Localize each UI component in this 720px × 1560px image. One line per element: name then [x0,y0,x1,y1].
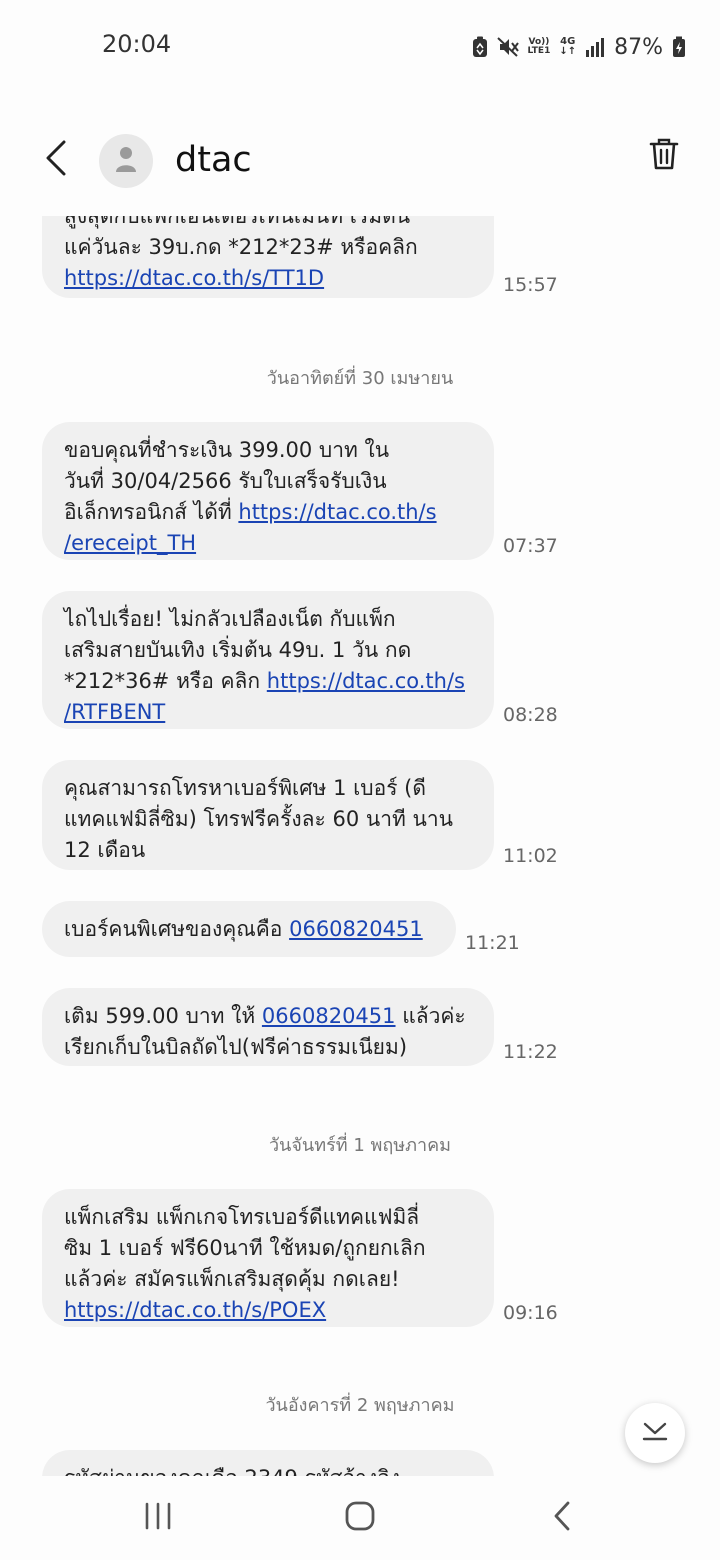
back-button[interactable] [36,138,76,182]
message-bubble[interactable]: เติม 599.00 บาท ให้ 0660820451 แล้วค่ะ เ… [42,988,494,1066]
data-saver-icon [472,36,488,58]
status-icons: Vo)) LTE1 4G ↓↑ 87% [472,30,686,64]
message-list[interactable]: สูงสุดกับแพ็กเอ็นเตอร์เทนเมนท์ เริ่มต้น … [0,216,720,1476]
signal-icon [585,36,605,58]
scroll-to-bottom-icon [642,1420,668,1446]
message-bubble[interactable]: แพ็กเสริม แพ็กเกจโทรเบอร์ดีแทคแฟมิลี่ ซิ… [42,1189,494,1327]
message-bubble[interactable]: เบอร์คนพิเศษของคุณคือ 0660820451 [42,901,456,957]
message-bubble[interactable]: คุณสามารถโทรหาเบอร์พิเศษ 1 เบอร์ (ดี แทค… [42,760,494,870]
date-separator: วันจันทร์ที่ 1 พฤษภาคม [268,1135,452,1156]
message-link[interactable]: /RTFBENT [64,700,165,724]
back-icon [552,1501,572,1535]
message-line: สูงสุดกับแพ็กเอ็นเตอร์เทนเมนท์ เริ่มต้น [64,216,411,228]
message-text: *212*36# หรือ คลิก [64,669,267,693]
conversation-header: dtac [0,110,720,216]
battery-charging-icon [672,36,686,58]
message-line: เสริมสายบันเทิง เริ่มต้น 49บ. 1 วัน กด [64,638,412,662]
message-time: 09:16 [503,1302,558,1324]
mute-icon [496,36,519,58]
message-line: แล้วค่ะ สมัครแพ็กเสริมสุดคุ้ม กดเลย! [64,1267,400,1291]
home-button[interactable] [330,1496,390,1540]
message-time: 11:21 [465,932,520,954]
message-line: แค่วันละ 39บ.กด *212*23# หรือคลิก [64,235,418,259]
back-arrow-icon [44,140,68,180]
scroll-to-bottom-button[interactable] [625,1403,685,1463]
date-separator: วันอังคารที่ 2 พฤษภาคม [265,1395,455,1416]
home-icon [344,1500,376,1536]
message-link[interactable]: https://dtac.co.th/s [267,669,465,693]
message-time: 11:22 [503,1041,558,1063]
delete-button[interactable] [646,136,682,176]
message-line: ไถไปเรื่อย! ไม่กลัวเปลืองเน็ต กับแพ็ก [64,607,396,631]
recent-apps-button[interactable] [128,1496,188,1540]
message-line: คุณสามารถโทรหาเบอร์พิเศษ 1 เบอร์ (ดี [64,776,427,800]
message-time: 08:28 [503,704,558,726]
message-time: 15:57 [503,274,558,296]
message-text: เบอร์คนพิเศษของคุณคือ [64,917,290,941]
message-time: 11:02 [503,845,558,867]
message-link[interactable]: https://dtac.co.th/s/POEX [64,1298,326,1322]
nav-back-button[interactable] [532,1496,592,1540]
phone-link[interactable]: 0660820451 [262,1004,396,1028]
message-time: 07:37 [503,535,558,557]
message-line: ซิม 1 เบอร์ ฟรี60นาที ใช้หมด/ถูกยกเลิก [64,1236,426,1260]
phone-link[interactable]: 0660820451 [289,917,423,941]
message-line: แพ็กเสริม แพ็กเกจโทรเบอร์ดีแทคแฟมิลี่ [64,1205,420,1229]
message-line: ขอบคุณที่ชำระเงิน 399.00 บาท ใน [64,438,390,462]
status-time: 20:04 [102,30,172,58]
contact-name[interactable]: dtac [175,138,252,182]
message-line: วันที่ 30/04/2566 รับใบเสร็จรับเงิน [64,469,387,493]
message-line: เรียกเก็บในบิลถัดไป(ฟรีค่าธรรมเนียม) [64,1035,408,1059]
4g-icon: 4G ↓↑ [559,36,577,57]
message-bubble[interactable]: สูงสุดกับแพ็กเอ็นเตอร์เทนเมนท์ เริ่มต้น … [42,216,494,298]
message-line: 12 เดือน [64,838,146,862]
message-text: แล้วค่ะ [395,1004,466,1028]
recent-apps-icon [143,1502,173,1534]
message-text: อิเล็กทรอนิกส์ ได้ที่ [64,500,239,524]
volte-icon: Vo)) LTE1 [527,37,551,56]
avatar[interactable] [99,134,153,188]
message-bubble[interactable]: ขอบคุณที่ชำระเงิน 399.00 บาท ใน วันที่ 3… [42,422,494,560]
message-line: รหัสผ่านของคุณคือ 2349 รหัสอ้างอิง [64,1463,472,1476]
person-icon [115,146,137,176]
battery-percent: 87% [614,34,663,60]
date-separator: วันอาทิตย์ที่ 30 เมษายน [266,368,454,389]
message-line: แทคแฟมิลี่ซิม) โทรฟรีครั้งละ 60 นาที นาน [64,807,454,831]
message-link[interactable]: https://dtac.co.th/s/TT1D [64,266,324,290]
status-bar: 20:04 Vo)) LTE1 4G ↓↑ 87% [0,0,720,92]
message-text: เติม 599.00 บาท ให้ [64,1004,262,1028]
message-link[interactable]: /ereceipt_TH [64,531,196,555]
message-link[interactable]: https://dtac.co.th/s [238,500,436,524]
trash-icon [649,137,679,175]
message-bubble[interactable]: ไถไปเรื่อย! ไม่กลัวเปลืองเน็ต กับแพ็ก เส… [42,591,494,729]
message-bubble[interactable]: รหัสผ่านของคุณคือ 2349 รหัสอ้างอิง [42,1450,494,1476]
navigation-bar [0,1476,720,1560]
